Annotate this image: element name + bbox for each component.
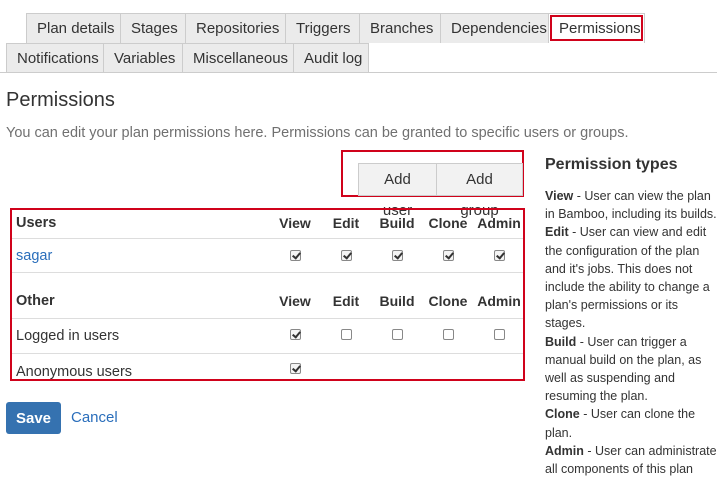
- user-row-sagar: sagar: [12, 239, 523, 273]
- tab-plan-details[interactable]: Plan details: [26, 13, 121, 43]
- col-build: Build: [379, 215, 415, 231]
- add-button-group: Add user Add group: [358, 163, 523, 219]
- permission-types-description: View - User can view the plan in Bamboo,…: [545, 187, 717, 478]
- user-link-sagar[interactable]: sagar: [16, 248, 52, 264]
- users-header-row: Users View Edit Build Clone Admin: [12, 210, 523, 239]
- col-view: View: [279, 215, 311, 231]
- checkbox-anonymous-view[interactable]: [290, 363, 301, 374]
- tabs-divider: [0, 72, 717, 73]
- checkbox-logged-in-view[interactable]: [290, 329, 301, 340]
- desc-edit: - User can view and edit the configurati…: [545, 225, 710, 331]
- intro-text: You can edit your plan permissions here.…: [6, 125, 629, 141]
- tab-stages[interactable]: Stages: [120, 13, 186, 43]
- tabs-row-1: Plan details Stages Repositories Trigger…: [26, 13, 645, 43]
- col-edit-2: Edit: [332, 293, 360, 309]
- col-build-2: Build: [379, 293, 415, 309]
- tab-repositories[interactable]: Repositories: [185, 13, 286, 43]
- checkbox-logged-in-build[interactable]: [392, 329, 403, 340]
- col-edit: Edit: [332, 215, 360, 231]
- save-button[interactable]: Save: [6, 402, 61, 434]
- checkbox-logged-in-edit[interactable]: [341, 329, 352, 340]
- logged-in-users-label: Logged in users: [16, 328, 120, 344]
- anonymous-users-row: Anonymous users: [12, 354, 523, 380]
- term-view: View: [545, 189, 574, 203]
- users-header: Users: [16, 215, 57, 231]
- checkbox-logged-in-admin[interactable]: [494, 329, 505, 340]
- checkbox-sagar-edit[interactable]: [341, 250, 352, 261]
- other-header-row: Other View Edit Build Clone Admin: [12, 273, 523, 319]
- logged-in-users-row: Logged in users: [12, 319, 523, 354]
- tab-miscellaneous[interactable]: Miscellaneous: [182, 43, 294, 73]
- tab-dependencies[interactable]: Dependencies: [440, 13, 549, 43]
- term-admin: Admin: [545, 443, 584, 458]
- add-user-button[interactable]: Add user: [358, 163, 437, 219]
- other-header: Other: [16, 293, 55, 309]
- permission-types-title: Permission types: [545, 156, 678, 173]
- col-clone: Clone: [428, 215, 468, 231]
- col-admin: Admin: [477, 215, 521, 231]
- checkbox-logged-in-clone[interactable]: [443, 329, 454, 340]
- checkbox-sagar-clone[interactable]: [443, 250, 454, 261]
- tab-notifications[interactable]: Notifications: [6, 43, 104, 73]
- cancel-link[interactable]: Cancel: [71, 409, 118, 426]
- col-admin-2: Admin: [477, 293, 521, 309]
- tab-variables[interactable]: Variables: [103, 43, 183, 73]
- page-title: Permissions: [6, 89, 115, 111]
- term-build: Build: [545, 334, 577, 349]
- term-clone: Clone: [545, 407, 580, 422]
- checkbox-sagar-build[interactable]: [392, 250, 403, 261]
- tab-branches[interactable]: Branches: [359, 13, 441, 43]
- checkbox-sagar-admin[interactable]: [494, 250, 505, 261]
- add-group-button[interactable]: Add group: [436, 163, 523, 219]
- checkbox-sagar-view[interactable]: [290, 250, 301, 261]
- tab-permissions[interactable]: Permissions: [548, 13, 645, 43]
- tab-triggers[interactable]: Triggers: [285, 13, 360, 43]
- col-view-2: View: [279, 293, 311, 309]
- tab-audit-log[interactable]: Audit log: [293, 43, 369, 73]
- col-clone-2: Clone: [428, 293, 468, 309]
- term-edit: Edit: [545, 225, 569, 240]
- tabs-row-2: Notifications Variables Miscellaneous Au…: [6, 43, 369, 73]
- anonymous-users-label: Anonymous users: [16, 364, 133, 380]
